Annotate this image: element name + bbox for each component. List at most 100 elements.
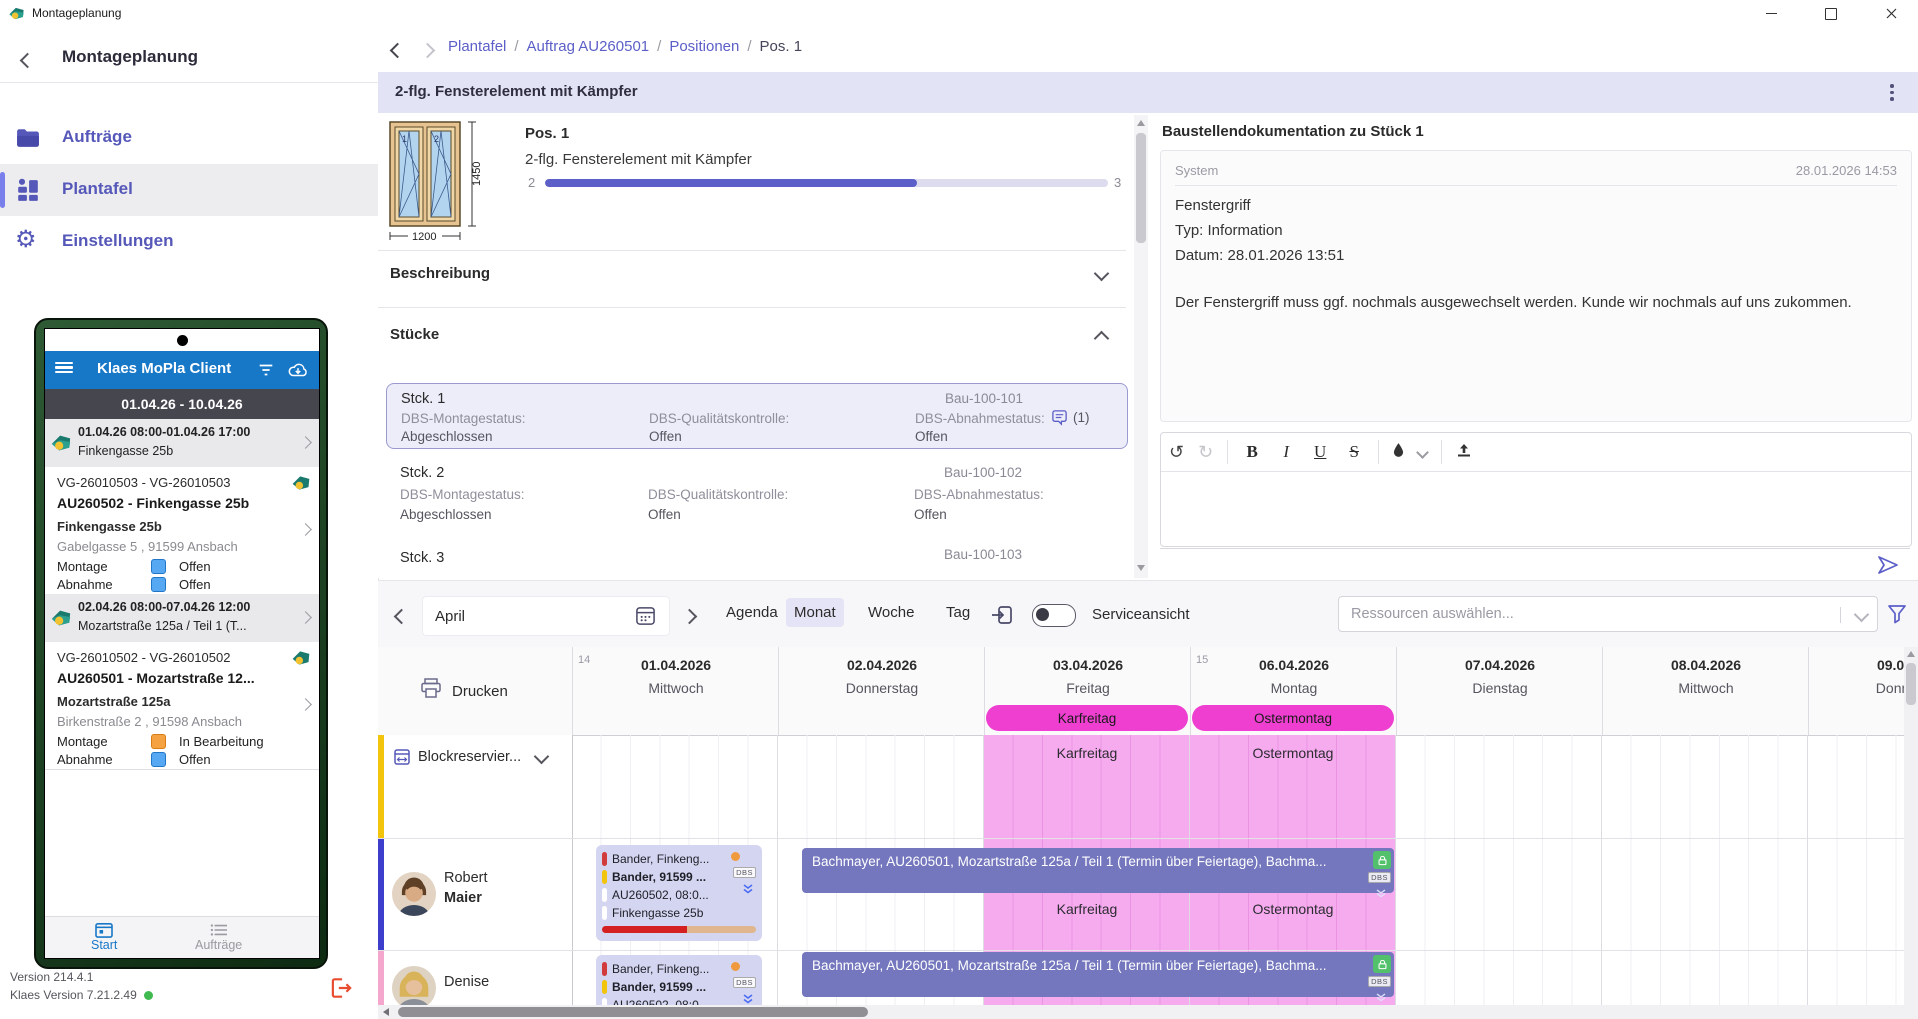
filter-lines-icon[interactable] [257, 361, 275, 384]
undo-icon[interactable] [1169, 442, 1184, 463]
month-field[interactable]: April [422, 596, 670, 636]
calendar-toolbar: April Agenda Monat Woche Tag Serviceansi… [378, 580, 1918, 648]
scrollbar-thumb[interactable] [1906, 663, 1916, 705]
resource-blockreservierung[interactable]: Blockreservier... [378, 735, 572, 838]
plantafel-grid-icon [16, 178, 40, 207]
goto-date-icon[interactable] [990, 603, 1014, 632]
reply-input[interactable] [1160, 548, 1910, 582]
calendar-icon[interactable] [635, 605, 656, 631]
note-icon[interactable] [1051, 409, 1068, 431]
input-divider [1840, 607, 1841, 623]
service-view-toggle[interactable] [1032, 604, 1076, 627]
next-month-icon[interactable] [684, 609, 695, 627]
tab-tag[interactable]: Tag [938, 598, 978, 627]
mopla-phone-preview: Klaes MoPla Client 01.04.26 - 10.04.26 0… [34, 318, 328, 969]
pos-progress-bar [545, 179, 1108, 187]
phone-order-card[interactable]: VG-26010503 - VG-26010503 AU260502 - Fin… [45, 467, 319, 595]
breadcrumb-positionen[interactable]: Positionen [669, 38, 739, 55]
scroll-down-icon[interactable] [1137, 565, 1145, 571]
chevron-down-icon[interactable] [534, 749, 550, 765]
day-header: 14 01.04.2026 Mittwoch [572, 647, 779, 735]
horizontal-scrollbar[interactable] [378, 1005, 1918, 1019]
scroll-up-icon[interactable] [1907, 651, 1915, 657]
breadcrumb-plantafel[interactable]: Plantafel [448, 38, 506, 55]
montage-label: Montage [57, 734, 108, 749]
nav-back-icon[interactable] [392, 43, 403, 61]
stueck-card-3[interactable]: Stck. 3 Bau-100-103 [386, 543, 1126, 578]
tab-woche[interactable]: Woche [860, 598, 922, 627]
filter-funnel-icon[interactable] [1886, 603, 1908, 630]
cloud-sync-icon[interactable] [287, 360, 309, 385]
resource-denise[interactable]: Denise [378, 950, 572, 1005]
print-button[interactable]: Drucken [378, 647, 573, 735]
expand-beschreibung-icon[interactable] [1096, 266, 1107, 284]
back-icon[interactable] [22, 53, 33, 71]
phone-appointment-row[interactable]: 01.04.26 08:00-01.04.26 17:00 Finkengass… [45, 419, 319, 468]
resource-robert-maier[interactable]: Robert Maier [378, 838, 572, 950]
tab-monat[interactable]: Monat [786, 598, 844, 627]
stueck-title: Stck. 1 [401, 391, 445, 407]
pos-subtitle: 2-flg. Fensterelement mit Kämpfer [525, 151, 752, 168]
divider [378, 307, 1126, 308]
printer-icon [420, 678, 442, 704]
status-square-blue [151, 577, 166, 592]
phone-nav-auftraege[interactable]: Aufträge [195, 922, 242, 952]
version-line-2: Klaes Version 7.21.2.49 [10, 988, 137, 1002]
minimize-button[interactable] [1748, 0, 1794, 27]
bold-button[interactable]: B [1242, 442, 1262, 462]
order-address: Birkenstraße 2 , 91598 Ansbach [57, 714, 242, 729]
send-icon[interactable] [1876, 553, 1900, 582]
chevron-down-icon[interactable] [1416, 446, 1429, 459]
comment-editor[interactable]: B I U S [1160, 432, 1912, 547]
sidebar-item-label: Aufträge [62, 127, 132, 147]
sidebar: Montageplanung Aufträge Plantafel ⚙ Eins… [0, 27, 379, 1019]
upload-icon[interactable] [1456, 442, 1472, 463]
prev-month-icon[interactable] [396, 609, 407, 627]
logout-icon[interactable] [328, 975, 354, 1006]
maximize-button[interactable] [1808, 0, 1854, 27]
value-montagestatus: Abgeschlossen [401, 429, 493, 444]
holiday-label: Karfreitag [984, 901, 1190, 917]
sidebar-item-einstellungen[interactable]: ⚙ Einstellungen [0, 216, 378, 268]
phone-order-card[interactable]: VG-26010502 - VG-26010502 AU260501 - Moz… [45, 642, 319, 770]
strikethrough-button[interactable]: S [1344, 442, 1364, 462]
phone-app-bar: Klaes MoPla Client [45, 351, 319, 389]
close-button[interactable] [1868, 0, 1914, 27]
dbs-badge: DBS [1368, 976, 1391, 987]
holiday-label: Ostermontag [1190, 901, 1396, 917]
details-scrollbar[interactable] [1134, 115, 1148, 578]
phone-nav-label: Start [91, 938, 117, 952]
sidebar-item-auftraege[interactable]: Aufträge [0, 112, 378, 164]
event-bar-bachmayer[interactable]: Bachmayer, AU260501, Mozartstraße 125a /… [802, 952, 1394, 997]
stueck-card-1[interactable]: Stck. 1 Bau-100-101 DBS-Montagestatus: D… [386, 383, 1128, 449]
phone-nav-start[interactable]: Start [91, 922, 117, 952]
scrollbar-thumb[interactable] [1136, 133, 1146, 243]
underline-button[interactable]: U [1310, 442, 1330, 462]
editor-content-area[interactable] [1161, 472, 1911, 546]
collapse-stuecke-icon[interactable] [1096, 331, 1107, 349]
scroll-up-icon[interactable] [1137, 120, 1145, 126]
schedule-grid[interactable]: Karfreitag Ostermontag Karfreitag Osterm… [572, 735, 1918, 1005]
highlight-color-icon[interactable] [1393, 442, 1404, 462]
appointment-mini-card[interactable]: Bander, Finkeng... Bander, 91599 ... AU2… [596, 845, 762, 941]
breadcrumb-auftrag[interactable]: Auftrag AU260501 [527, 38, 650, 55]
montage-status: In Bearbeitung [179, 734, 264, 749]
stueck-card-2[interactable]: Stck. 2 Bau-100-102 DBS-Montagestatus: D… [386, 461, 1126, 525]
status-dot-orange [731, 962, 740, 971]
scrollbar-thumb[interactable] [398, 1007, 868, 1017]
resources-select-input[interactable] [1338, 596, 1878, 632]
event-text: Bachmayer, AU260501, Mozartstraße 125a /… [812, 854, 1364, 869]
phone-appointment-row[interactable]: 02.04.26 08:00-07.04.26 12:00 Mozartstra… [45, 594, 319, 643]
vertical-scrollbar[interactable] [1904, 647, 1918, 1005]
day-weekday: Mittwoch [573, 680, 779, 696]
tab-agenda[interactable]: Agenda [718, 598, 786, 627]
hamburger-menu-icon[interactable] [55, 360, 73, 375]
event-bar-bachmayer[interactable]: Bachmayer, AU260501, Mozartstraße 125a /… [802, 848, 1394, 893]
sidebar-item-plantafel[interactable]: Plantafel [0, 164, 378, 216]
italic-button[interactable]: I [1276, 442, 1296, 462]
week-number: 15 [1196, 654, 1208, 666]
nav-forward-icon[interactable] [422, 43, 433, 61]
scroll-left-icon[interactable] [383, 1008, 389, 1016]
appointment-mini-card[interactable]: Bander, Finkeng... Bander, 91599 ... AU2… [596, 955, 762, 1005]
more-options-icon[interactable] [1886, 80, 1898, 105]
